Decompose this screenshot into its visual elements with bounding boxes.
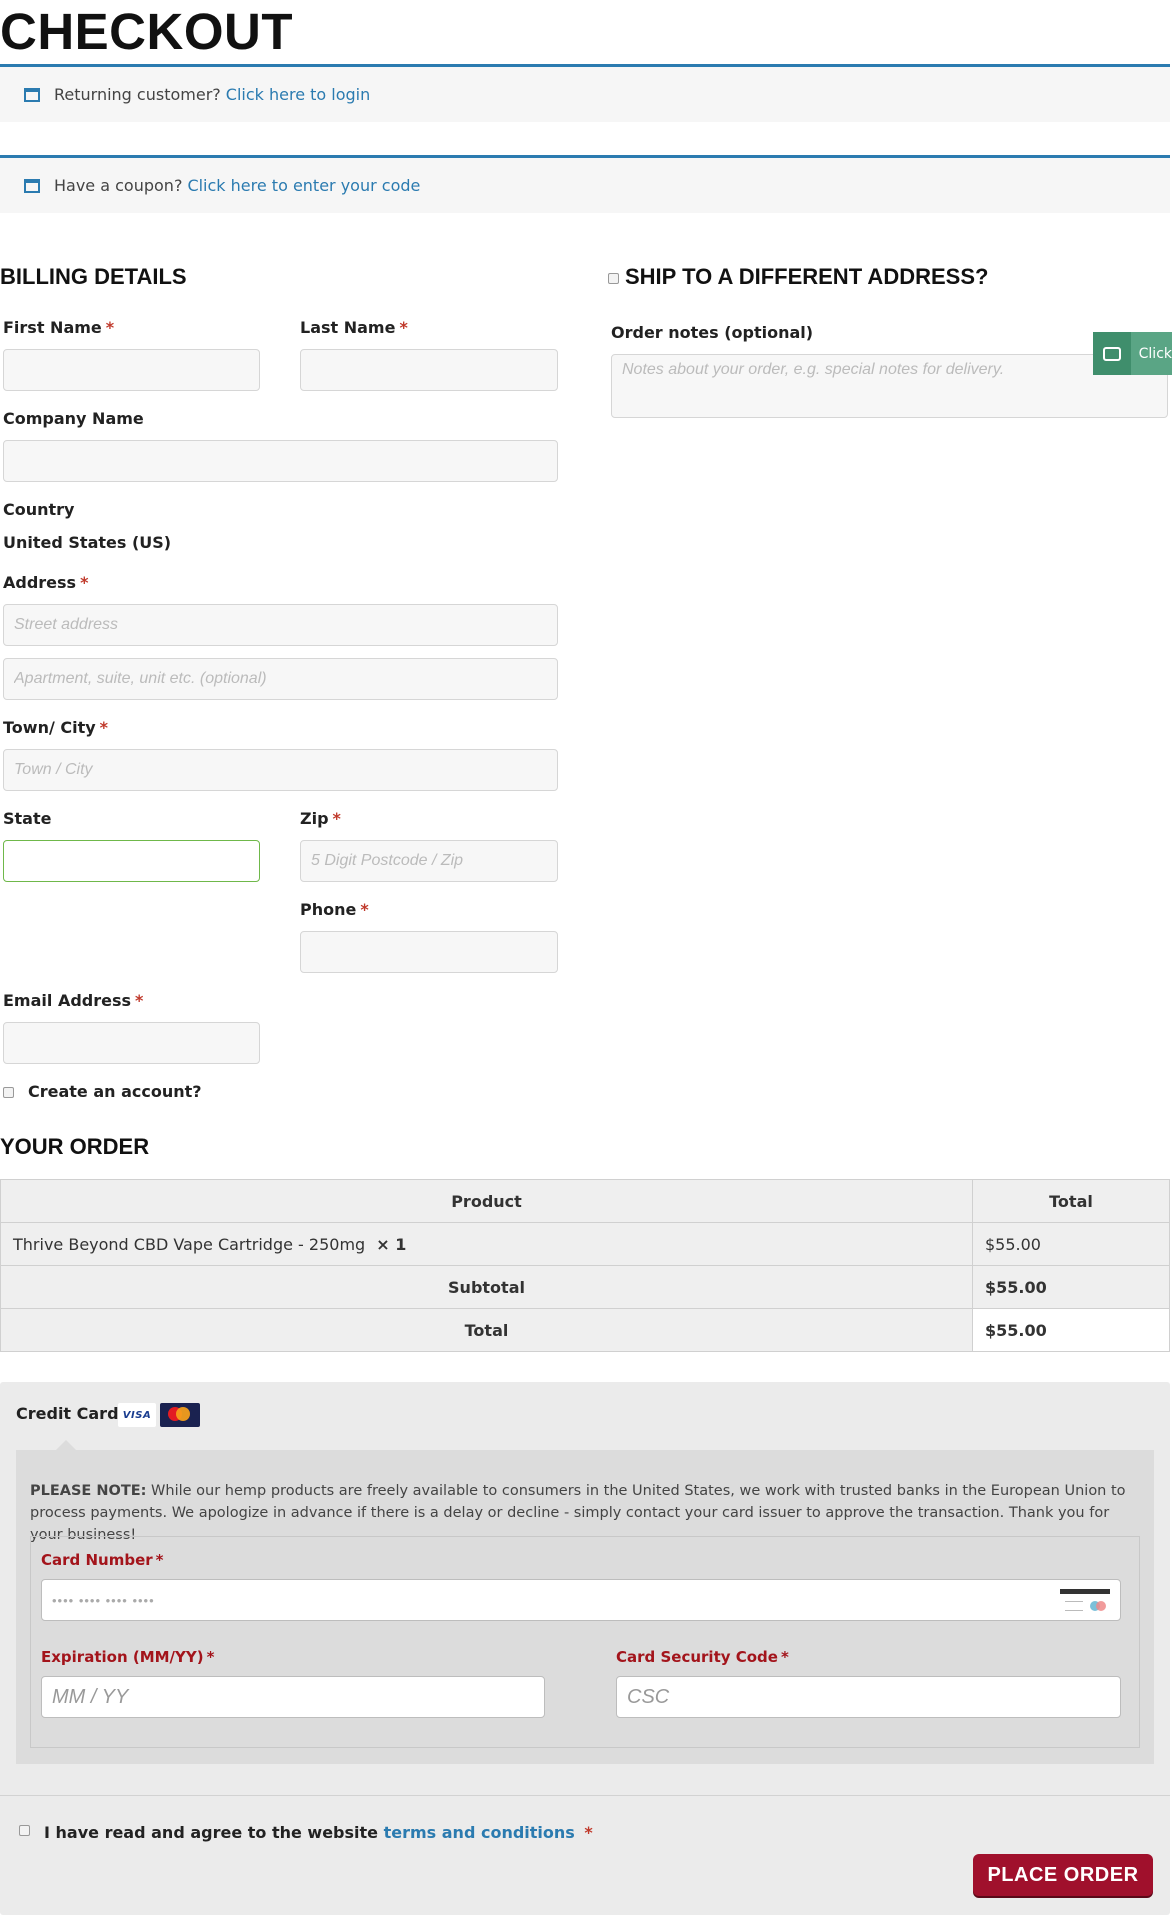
subtotal-row: Subtotal $55.00 (0, 1265, 1170, 1309)
order-notes-label: Order notes (optional) (611, 323, 814, 342)
returning-customer-notice: Returning customer? Click here to login (0, 64, 1170, 122)
order-table: Product Total Thrive Beyond CBD Vape Car… (0, 1179, 1170, 1352)
zip-input[interactable] (300, 840, 558, 882)
csc-placeholder: CSC (627, 1685, 670, 1708)
visa-icon: VISA (118, 1403, 156, 1427)
state-input[interactable] (3, 840, 260, 882)
card-fields: Card Number * •••• •••• •••• •••• Expirat… (30, 1536, 1140, 1748)
total-row: Total $55.00 (0, 1308, 1170, 1352)
address-label: Address * (3, 573, 89, 592)
mastercard-icon (160, 1403, 200, 1427)
order-heading: YOUR ORDER (0, 1134, 150, 1159)
total-label: Total (0, 1308, 973, 1352)
total-column-header: Total (972, 1179, 1170, 1223)
create-account-checkbox[interactable] (3, 1087, 14, 1098)
terms-label: I have read and agree to the website ter… (44, 1823, 593, 1842)
company-name-label: Company Name (3, 409, 144, 428)
chat-label: Click (1138, 345, 1172, 362)
payment-note-bold: PLEASE NOTE: (30, 1483, 147, 1499)
country-value: United States (US) (3, 533, 172, 552)
coupon-notice-text: Have a coupon? (54, 176, 183, 195)
credit-card-panel: PLEASE NOTE: While our hemp products are… (16, 1440, 1154, 1764)
shipping-heading: SHIP TO A DIFFERENT ADDRESS? (625, 264, 989, 289)
coupon-notice: Have a coupon? Click here to enter your … (0, 155, 1170, 213)
product-column-header: Product (0, 1179, 973, 1223)
first-name-input[interactable] (3, 349, 260, 391)
create-account-label: Create an account? (28, 1082, 202, 1101)
chat-icon (1093, 332, 1131, 375)
ship-different-checkbox[interactable] (608, 273, 619, 284)
login-notice-text: Returning customer? (54, 85, 221, 104)
state-label: State (3, 809, 52, 828)
item-total: $55.00 (972, 1222, 1170, 1266)
expiry-input[interactable]: MM / YY (41, 1676, 545, 1718)
company-name-input[interactable] (3, 440, 558, 482)
city-input[interactable] (3, 749, 558, 791)
credit-card-method-label[interactable]: Credit Card (16, 1404, 119, 1423)
street-address-input[interactable] (3, 604, 558, 646)
table-row: Thrive Beyond CBD Vape Cartridge - 250mg… (0, 1222, 1170, 1266)
card-number-label: Card Number * (41, 1551, 164, 1569)
terms-checkbox[interactable] (19, 1825, 30, 1836)
window-icon (24, 87, 40, 102)
last-name-input[interactable] (300, 349, 558, 391)
email-input[interactable] (3, 1022, 260, 1064)
phone-input[interactable] (300, 931, 558, 973)
order-item-cell: Thrive Beyond CBD Vape Cartridge - 250mg… (0, 1222, 973, 1266)
page-title: CHECKOUT (0, 3, 293, 60)
credit-card-icon (1060, 1589, 1110, 1613)
card-number-placeholder: •••• •••• •••• •••• (52, 1592, 155, 1608)
window-icon (24, 178, 40, 193)
expiry-placeholder: MM / YY (52, 1685, 129, 1708)
order-notes-input[interactable] (611, 354, 1168, 418)
city-label: Town/ City * (3, 718, 109, 737)
coupon-link[interactable]: Click here to enter your code (187, 176, 420, 195)
subtotal-label: Subtotal (0, 1265, 973, 1309)
subtotal-value: $55.00 (972, 1265, 1170, 1309)
payment-note-text: While our hemp products are freely avail… (30, 1483, 1126, 1543)
divider (0, 1795, 1170, 1796)
terms-link[interactable]: terms and conditions (384, 1823, 575, 1842)
billing-heading: BILLING DETAILS (0, 264, 187, 289)
expiry-label: Expiration (MM/YY) * (41, 1648, 215, 1666)
item-name: Thrive Beyond CBD Vape Cartridge - 250mg (13, 1234, 366, 1254)
csc-input[interactable]: CSC (616, 1676, 1121, 1718)
first-name-label: First Name * (3, 318, 115, 337)
csc-label: Card Security Code * (616, 1648, 789, 1666)
phone-label: Phone * (300, 900, 369, 919)
last-name-label: Last Name * (300, 318, 408, 337)
chat-widget[interactable]: Click (1093, 332, 1172, 375)
zip-label: Zip * (300, 809, 341, 828)
table-header-row: Product Total (0, 1179, 1170, 1223)
total-value: $55.00 (972, 1308, 1170, 1352)
item-qty: × 1 (376, 1234, 407, 1254)
country-label: Country (3, 500, 75, 519)
place-order-button[interactable]: PLACE ORDER (973, 1854, 1153, 1896)
email-label: Email Address * (3, 991, 144, 1010)
login-link[interactable]: Click here to login (226, 85, 370, 104)
apartment-input[interactable] (3, 658, 558, 700)
card-number-input[interactable]: •••• •••• •••• •••• (41, 1579, 1121, 1621)
